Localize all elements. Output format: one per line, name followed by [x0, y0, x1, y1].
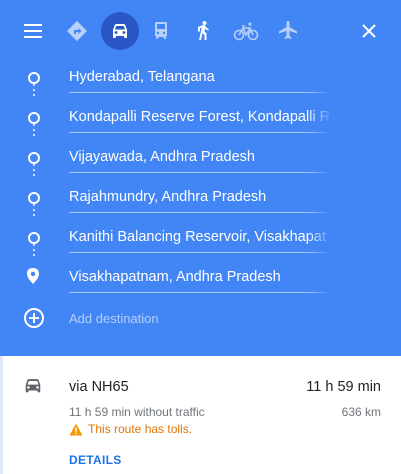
stop-row: Rajahmundry, Andhra Pradesh [0, 178, 401, 218]
stop-row: Kondapalli Reserve Forest, Kondapalli R [0, 98, 401, 138]
add-destination-input[interactable]: Add destination [69, 311, 159, 326]
route-dots [33, 204, 35, 219]
flight-icon [279, 21, 297, 39]
stop-row: Kanithi Balancing Reservoir, Visakhapat [0, 218, 401, 258]
waypoint-circle-icon [28, 112, 40, 124]
route-dots [33, 124, 35, 139]
route-option-card[interactable]: via NH65 11 h 59 min 11 h 59 min without… [0, 356, 401, 474]
cycling-icon [233, 22, 259, 41]
stop-row: Vijayawada, Andhra Pradesh [0, 138, 401, 178]
close-button[interactable] [354, 16, 384, 46]
waypoint-circle-icon [28, 232, 40, 244]
mode-cycling-button[interactable] [227, 12, 265, 50]
route-duration: 11 h 59 min [306, 379, 381, 395]
waypoint-circle-icon [28, 192, 40, 204]
directions-icon [67, 21, 87, 41]
mode-flight-button[interactable] [269, 12, 307, 50]
add-destination-row[interactable]: Add destination [0, 300, 401, 336]
route-distance: 636 km [341, 405, 381, 419]
tolls-warning: This route has tolls. [69, 421, 192, 437]
route-dots [33, 164, 35, 179]
close-icon [362, 24, 376, 38]
menu-button[interactable] [18, 16, 48, 46]
stop-input[interactable]: Rajahmundry, Andhra Pradesh [69, 186, 333, 213]
stop-input[interactable]: Kondapalli Reserve Forest, Kondapalli R [69, 106, 333, 133]
menu-icon [24, 24, 42, 38]
mode-directions-button[interactable] [58, 12, 96, 50]
stop-input[interactable]: Hyderabad, Telangana [69, 66, 333, 93]
stop-row: Visakhapatnam, Andhra Pradesh [0, 258, 401, 298]
mode-transit-button[interactable] [142, 12, 180, 50]
mode-walking-button[interactable] [184, 12, 222, 50]
transit-icon [155, 22, 167, 39]
car-icon [25, 379, 41, 393]
walking-icon [198, 21, 209, 40]
travel-mode-bar [0, 0, 401, 62]
route-dots [33, 244, 35, 259]
route-via: via NH65 [69, 379, 129, 395]
destination-pin-icon [27, 268, 39, 284]
directions-header: Hyderabad, Telangana Kondapalli Reserve … [0, 0, 401, 356]
car-icon [113, 24, 127, 38]
tolls-warning-text: This route has tolls. [88, 422, 193, 436]
waypoint-circle-icon [28, 152, 40, 164]
route-dots [33, 84, 35, 99]
stop-input[interactable]: Kanithi Balancing Reservoir, Visakhapat [69, 226, 333, 253]
details-link[interactable]: DETAILS [69, 453, 122, 467]
stop-input[interactable]: Visakhapatnam, Andhra Pradesh [69, 266, 333, 293]
warning-icon [69, 423, 83, 435]
add-circle-icon [24, 308, 44, 328]
stop-row: Hyderabad, Telangana [0, 58, 401, 98]
stop-input[interactable]: Vijayawada, Andhra Pradesh [69, 146, 333, 173]
route-without-traffic: 11 h 59 min without traffic [69, 405, 205, 419]
waypoint-circle-icon [28, 72, 40, 84]
mode-driving-button[interactable] [101, 12, 139, 50]
